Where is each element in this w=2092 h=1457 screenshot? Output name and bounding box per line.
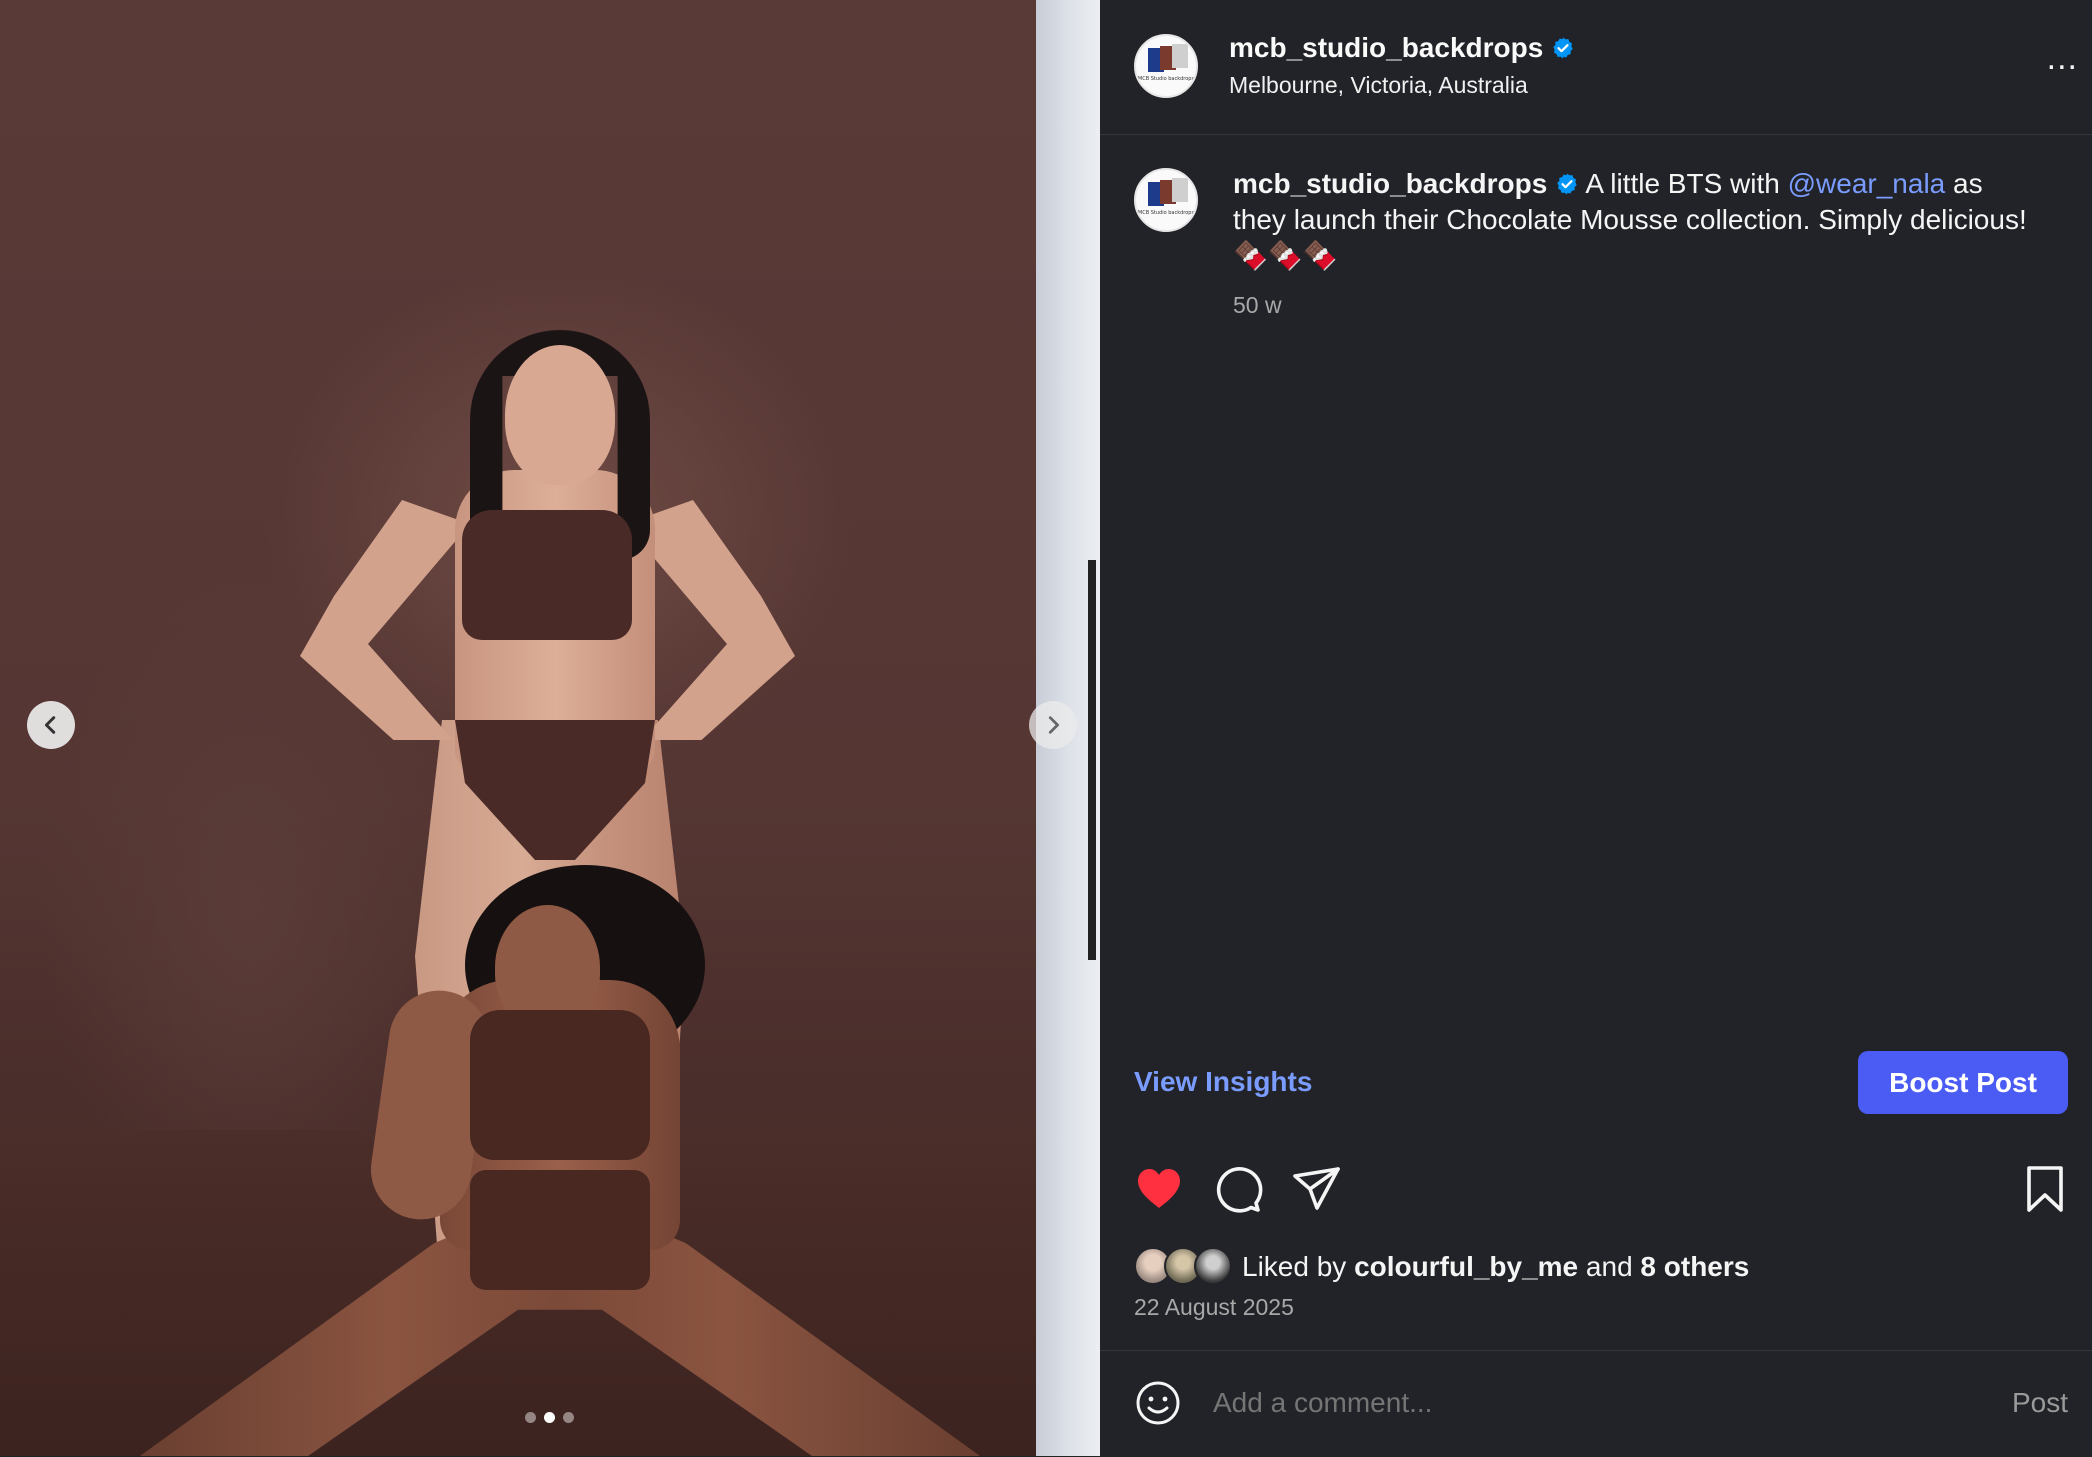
post-age[interactable]: 50 w [1233, 292, 1282, 319]
bookmark-icon[interactable] [2018, 1162, 2072, 1216]
carousel-dot-active [544, 1412, 555, 1423]
carousel-indicator [525, 1412, 574, 1423]
more-options-button[interactable]: ... [2047, 41, 2078, 75]
carousel-prev-button[interactable] [27, 701, 75, 749]
view-insights-link[interactable]: View Insights [1134, 1066, 1312, 1098]
liker-avatars[interactable] [1134, 1247, 1242, 1287]
post-caption: mcb_studio_backdrops A little BTS with @… [1233, 166, 2033, 274]
header-username[interactable]: mcb_studio_backdrops [1229, 32, 1575, 64]
chevron-right-icon [1048, 716, 1059, 734]
likes-others-link[interactable]: 8 others [1640, 1251, 1749, 1283]
likes-user-link[interactable]: colourful_by_me [1354, 1251, 1578, 1283]
post-actions [1100, 1162, 2092, 1222]
caption-emojis: 🍫🍫🍫 [1233, 240, 1338, 271]
post-media[interactable] [0, 0, 1100, 1456]
verified-icon [1553, 37, 1573, 59]
liker-avatar [1194, 1247, 1232, 1285]
standing-model-top [462, 510, 632, 640]
post-details-panel: MCB Studio backdrops mcb_studio_backdrop… [1100, 0, 2092, 1456]
more-icon: ... [2046, 39, 2078, 77]
post-comment-button[interactable]: Post [2012, 1387, 2068, 1419]
seated-model-top [470, 1010, 650, 1160]
share-icon[interactable] [1290, 1162, 1344, 1216]
likes-middle: and [1578, 1251, 1641, 1282]
post-date: 22 August 2025 [1134, 1294, 1294, 1320]
profile-avatar[interactable]: MCB Studio backdrops [1134, 34, 1198, 98]
verified-icon [1557, 173, 1577, 195]
likes-summary[interactable]: Liked by colourful_by_me and 8 others [1134, 1247, 1749, 1287]
caption-text-before: A little BTS with [1579, 168, 1788, 199]
avatar-swatch [1172, 178, 1188, 202]
seated-model-brief [470, 1170, 650, 1290]
likes-prefix: Liked by [1242, 1251, 1355, 1282]
post-header: MCB Studio backdrops mcb_studio_backdrop… [1100, 0, 2092, 135]
boost-post-button[interactable]: Boost Post [1858, 1051, 2068, 1114]
comment-bar: Post [1100, 1350, 2092, 1457]
avatar-logo-text: MCB Studio backdrops [1137, 76, 1195, 82]
caption-username[interactable]: mcb_studio_backdrops [1233, 168, 1547, 199]
username-text[interactable]: mcb_studio_backdrops [1229, 32, 1543, 63]
avatar-logo-text: MCB Studio backdrops [1137, 210, 1195, 216]
caption-mention-link[interactable]: @wear_nala [1788, 168, 1946, 199]
caption-avatar[interactable]: MCB Studio backdrops [1134, 168, 1198, 232]
avatar-swatch [1172, 44, 1188, 68]
light-stand [1088, 560, 1096, 960]
comment-icon[interactable] [1211, 1162, 1265, 1216]
heart-icon[interactable] [1132, 1162, 1186, 1216]
post-location[interactable]: Melbourne, Victoria, Australia [1229, 72, 1528, 99]
chevron-left-icon [44, 716, 56, 734]
standing-model-head [505, 345, 615, 485]
carousel-dot [525, 1412, 536, 1423]
carousel-next-button[interactable] [1029, 701, 1077, 749]
emoji-icon[interactable] [1134, 1379, 1182, 1427]
carousel-dot [563, 1412, 574, 1423]
comment-input[interactable] [1213, 1381, 1913, 1425]
